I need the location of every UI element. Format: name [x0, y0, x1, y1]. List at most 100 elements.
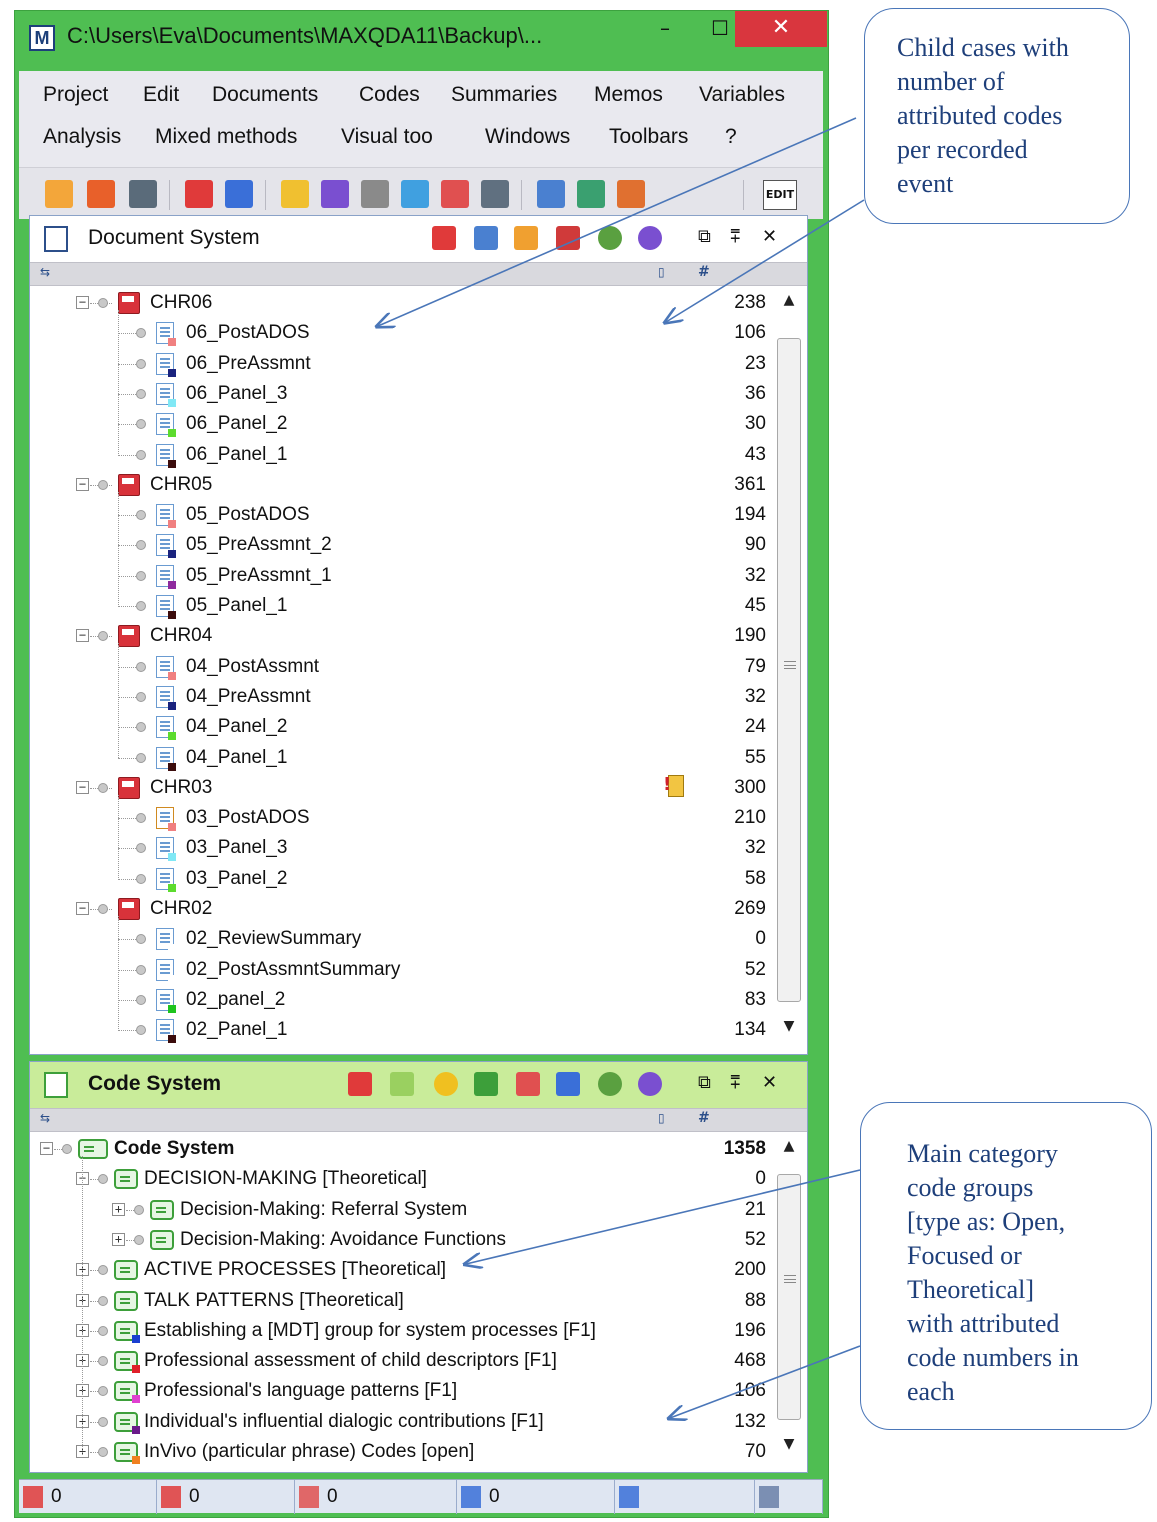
scroll-down-icon[interactable]: ▼ — [775, 1018, 803, 1042]
close-panel-icon[interactable]: ✕ — [762, 226, 777, 247]
code-row[interactable]: + Decision-Making: Referral System 21 — [30, 1195, 770, 1225]
undock-icon[interactable]: ⧉ — [698, 1072, 711, 1093]
new-code-icon[interactable] — [390, 1072, 414, 1096]
collapse-toggle[interactable]: − — [76, 629, 89, 643]
case-row[interactable]: − CHR03 300 — [30, 773, 770, 803]
menu-edit[interactable]: Edit — [143, 83, 179, 107]
document-row[interactable]: 05_Panel_1 45 — [30, 591, 770, 621]
code-row[interactable]: + Decision-Making: Avoidance Functions 52 — [30, 1225, 770, 1255]
new-document-icon[interactable] — [514, 226, 538, 250]
document-row[interactable]: 03_Panel_2 58 — [30, 864, 770, 894]
emoticode-icon[interactable] — [434, 1072, 458, 1096]
open-project-icon[interactable] — [87, 180, 115, 208]
menu-mixed-methods[interactable]: Mixed methods — [155, 125, 297, 149]
table-edit-icon[interactable] — [577, 180, 605, 208]
document-row[interactable]: 06_Panel_2 30 — [30, 409, 770, 439]
code-set-icon[interactable] — [474, 1072, 498, 1096]
code-export-icon[interactable] — [516, 1072, 540, 1096]
edit-mode-button[interactable]: EDIT — [763, 180, 797, 210]
document-row[interactable]: 03_PostADOS 210 — [30, 803, 770, 833]
document-row[interactable]: 05_PreAssmnt_1 32 — [30, 561, 770, 591]
status-item[interactable]: 0 — [295, 1480, 457, 1514]
collapse-toggle[interactable]: − — [40, 1142, 53, 1155]
close-panel-icon[interactable]: ✕ — [762, 1072, 777, 1093]
document-row[interactable]: 06_PostADOS 106 — [30, 318, 770, 348]
document-row[interactable]: 06_Panel_3 36 — [30, 379, 770, 409]
document-row[interactable]: 02_panel_2 83 — [30, 985, 770, 1015]
case-row[interactable]: − CHR05 361 — [30, 470, 770, 500]
document-set-icon[interactable] — [474, 226, 498, 250]
scroll-down-icon[interactable]: ▼ — [775, 1436, 803, 1460]
document-group-icon[interactable] — [556, 226, 580, 250]
code-row[interactable]: + Establishing a [MDT] group for system p… — [30, 1316, 770, 1346]
search-icon[interactable] — [638, 1072, 662, 1096]
menu-toolbars[interactable]: Toolbars — [609, 125, 688, 149]
undock-icon[interactable]: ⧉ — [698, 226, 711, 247]
scroll-up-icon[interactable]: ▲ — [775, 292, 803, 316]
code-row[interactable]: + InVivo (particular phrase) Codes [open]… — [30, 1437, 770, 1467]
code-scrollbar[interactable]: ▲ ▼ — [775, 1134, 803, 1468]
menu-help[interactable]: ? — [725, 125, 737, 149]
refresh-icon[interactable] — [225, 180, 253, 208]
collapse-toggle[interactable]: − — [76, 296, 89, 309]
document-row[interactable]: 04_PreAssmnt 32 — [30, 682, 770, 712]
case-row[interactable]: − CHR04 190 — [30, 621, 770, 651]
document-row[interactable]: 02_Panel_1 134 — [30, 1015, 770, 1045]
table-icon[interactable] — [537, 180, 565, 208]
menu-summaries[interactable]: Summaries — [451, 83, 557, 107]
menu-codes[interactable]: Codes — [359, 83, 420, 107]
document-row[interactable]: 02_PostAssmntSummary 52 — [30, 955, 770, 985]
document-icon[interactable] — [281, 180, 309, 208]
search-icon[interactable] — [638, 226, 662, 250]
maximize-panel-icon[interactable]: ⩱ — [730, 1072, 741, 1093]
document-row[interactable]: 06_PreAssmnt 23 — [30, 349, 770, 379]
status-item[interactable] — [755, 1480, 823, 1514]
menu-visual-tools[interactable]: Visual too — [341, 125, 433, 149]
collapse-toggle[interactable]: − — [76, 780, 89, 794]
menu-analysis[interactable]: Analysis — [43, 125, 121, 149]
status-item[interactable]: 0 — [457, 1480, 615, 1514]
code-row[interactable]: + Professional assessment of child descri… — [30, 1346, 770, 1376]
menu-windows[interactable]: Windows — [485, 125, 570, 149]
network-icon[interactable] — [441, 180, 469, 208]
new-project-icon[interactable] — [45, 180, 73, 208]
list-icon[interactable] — [481, 180, 509, 208]
scroll-up-icon[interactable]: ▲ — [775, 1138, 803, 1162]
memo-icon[interactable] — [663, 774, 684, 797]
expand-toggle[interactable]: + — [112, 1232, 125, 1246]
activate-icon[interactable] — [401, 180, 429, 208]
code-matrix-icon[interactable] — [185, 180, 213, 208]
export-icon[interactable] — [129, 180, 157, 208]
document-row[interactable]: 03_Panel_3 32 — [30, 833, 770, 863]
document-row[interactable]: 04_Panel_2 24 — [30, 712, 770, 742]
collapse-toggle[interactable]: − — [76, 477, 89, 491]
expand-toggle[interactable]: + — [112, 1202, 125, 1216]
document-row[interactable]: 02_ReviewSummary 0 — [30, 924, 770, 954]
document-row[interactable]: 05_PreAssmnt_2 90 — [30, 530, 770, 560]
chart-icon[interactable] — [617, 180, 645, 208]
document-row[interactable]: 06_Panel_1 43 — [30, 440, 770, 470]
color-icon[interactable] — [598, 1072, 622, 1096]
document-scrollbar[interactable]: ▲ ▼ — [775, 288, 803, 1048]
close-button[interactable]: ✕ — [735, 11, 827, 47]
menu-memos[interactable]: Memos — [594, 83, 663, 107]
status-item[interactable]: 0 — [157, 1480, 295, 1514]
code-row[interactable]: + ACTIVE PROCESSES [Theoretical] 200 — [30, 1255, 770, 1285]
status-item[interactable] — [615, 1480, 755, 1514]
scroll-thumb[interactable] — [777, 1174, 801, 1420]
code-row[interactable]: + Professional's language patterns [F1] 10… — [30, 1376, 770, 1406]
case-row[interactable]: − CHR06 238 — [30, 288, 770, 318]
scroll-thumb[interactable] — [777, 338, 801, 1002]
activate-codes-icon[interactable] — [348, 1072, 372, 1096]
maximize-panel-icon[interactable]: ⩱ — [730, 226, 741, 247]
filter-icon[interactable] — [361, 180, 389, 208]
case-row[interactable]: − CHR02 269 — [30, 894, 770, 924]
search-icon[interactable] — [321, 180, 349, 208]
document-row[interactable]: 04_PostAssmnt 79 — [30, 652, 770, 682]
status-item[interactable]: 0 — [19, 1480, 157, 1514]
code-row[interactable]: − Code System 1358 — [30, 1134, 770, 1164]
activate-documents-icon[interactable] — [432, 226, 456, 250]
code-group-icon[interactable] — [556, 1072, 580, 1096]
document-row[interactable]: 04_Panel_1 55 — [30, 743, 770, 773]
collapse-toggle[interactable]: − — [76, 902, 89, 915]
